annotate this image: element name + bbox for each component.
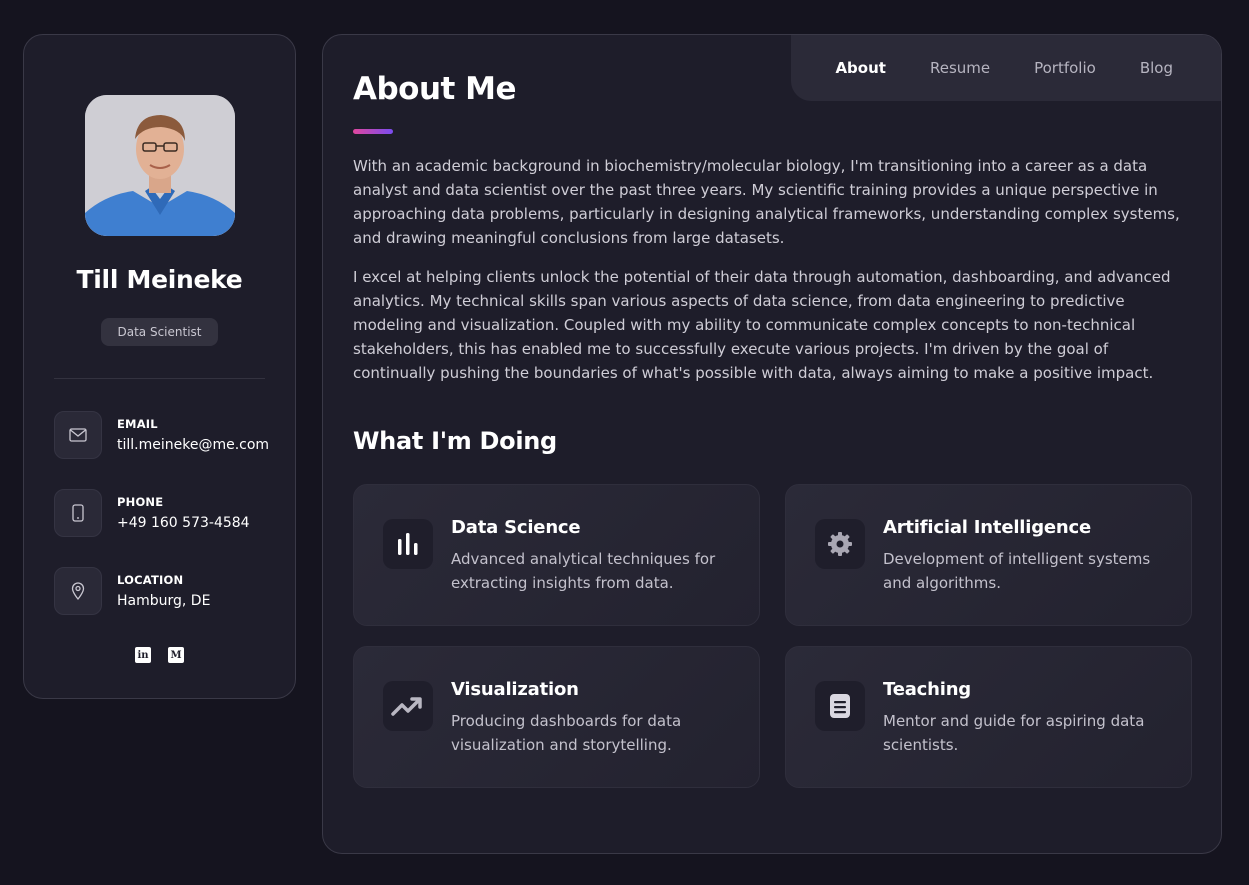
service-card-ai: Artificial Intelligence Development of i… xyxy=(785,484,1192,626)
navbar: About Resume Portfolio Blog xyxy=(791,35,1221,101)
service-title: Data Science xyxy=(451,517,581,538)
phone-link[interactable]: +49 160 573-4584 xyxy=(117,515,250,531)
linkedin-icon[interactable]: in xyxy=(135,647,151,663)
location-value: Hamburg, DE xyxy=(117,593,211,609)
social-links: in M xyxy=(24,647,295,663)
avatar xyxy=(85,95,235,236)
mail-icon xyxy=(54,411,102,459)
notebook-icon xyxy=(815,681,865,731)
gear-icon xyxy=(815,519,865,569)
service-description: Mentor and guide for aspiring data scien… xyxy=(883,712,1145,754)
bar-chart-icon xyxy=(383,519,433,569)
about-paragraph: I excel at helping clients unlock the po… xyxy=(353,268,1171,382)
medium-icon[interactable]: M xyxy=(168,647,184,663)
phone-icon xyxy=(54,489,102,537)
location-label: LOCATION xyxy=(117,573,184,587)
email-label: EMAIL xyxy=(117,417,158,431)
service-card-visualization: Visualization Producing dashboards for d… xyxy=(353,646,760,788)
service-description: Producing dashboards for data visualizat… xyxy=(451,712,682,754)
service-card-data-science: Data Science Advanced analytical techniq… xyxy=(353,484,760,626)
service-title: Visualization xyxy=(451,679,579,700)
job-title-badge: Data Scientist xyxy=(101,318,218,346)
contact-phone: PHONE +49 160 573-4584 xyxy=(54,489,284,537)
sidebar-divider xyxy=(54,378,265,379)
contact-location: LOCATION Hamburg, DE xyxy=(54,567,284,615)
page-title: About Me xyxy=(353,71,517,107)
nav-portfolio[interactable]: Portfolio xyxy=(1034,59,1096,77)
nav-about[interactable]: About xyxy=(835,59,886,77)
profile-sidebar: Till Meineke Data Scientist EMAIL till.m… xyxy=(23,34,296,699)
about-text: With an academic background in biochemis… xyxy=(353,154,1193,400)
medium-glyph: M xyxy=(170,649,182,661)
service-title: Teaching xyxy=(883,679,971,700)
trending-up-icon xyxy=(383,681,433,731)
about-paragraph: With an academic background in biochemis… xyxy=(353,157,1180,247)
service-description: Advanced analytical techniques for extra… xyxy=(451,550,716,592)
phone-label: PHONE xyxy=(117,495,164,509)
profile-photo xyxy=(85,95,235,236)
service-description: Development of intelligent systems and a… xyxy=(883,550,1151,592)
nav-blog[interactable]: Blog xyxy=(1140,59,1173,77)
main-panel: About Resume Portfolio Blog About Me Wit… xyxy=(322,34,1222,854)
email-link[interactable]: till.meineke@me.com xyxy=(117,437,269,453)
nav-resume[interactable]: Resume xyxy=(930,59,990,77)
location-pin-icon xyxy=(54,567,102,615)
contact-email: EMAIL till.meineke@me.com xyxy=(54,411,284,459)
service-title: Artificial Intelligence xyxy=(883,517,1092,538)
section-title: What I'm Doing xyxy=(353,427,557,455)
profile-name: Till Meineke xyxy=(76,265,243,294)
title-accent-bar xyxy=(353,129,393,134)
service-card-teaching: Teaching Mentor and guide for aspiring d… xyxy=(785,646,1192,788)
linkedin-glyph: in xyxy=(137,649,149,661)
